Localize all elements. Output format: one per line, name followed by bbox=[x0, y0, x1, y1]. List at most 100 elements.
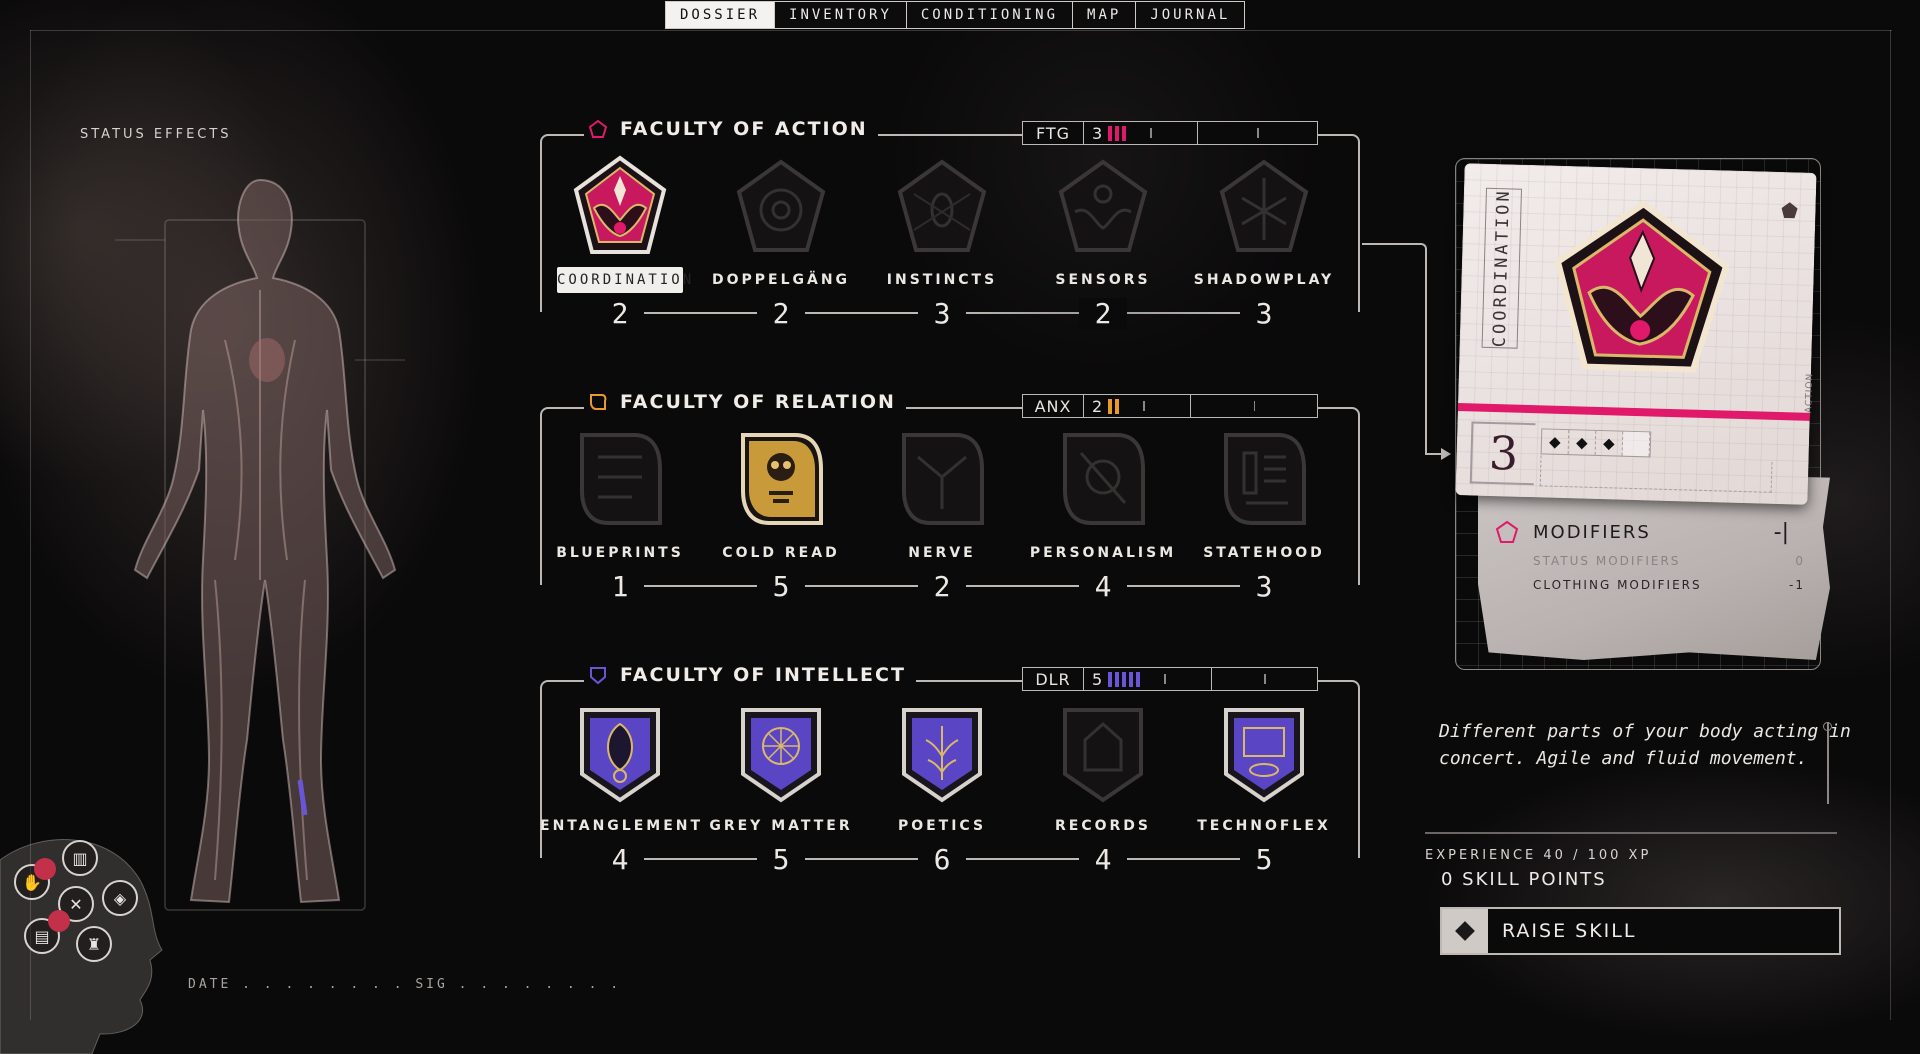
skill-value: 5 bbox=[1240, 844, 1288, 876]
row-value: -1 bbox=[1789, 578, 1805, 592]
faculty-relation-panel: FACULTY OF RELATION ANX 2 BLUEPRINTS 1 C… bbox=[540, 383, 1362, 603]
divider bbox=[1425, 832, 1837, 834]
level-pip: ◆ bbox=[1622, 431, 1651, 457]
tab-conditioning[interactable]: CONDITIONING bbox=[905, 1, 1074, 29]
radial-quick-menu: ✋ ▥ ✕ ◈ ▤ ♜ bbox=[10, 840, 160, 980]
pentagon-icon bbox=[588, 119, 608, 138]
faculty-title: FACULTY OF INTELLECT bbox=[620, 664, 906, 686]
skill-blueprints[interactable]: BLUEPRINTS 1 bbox=[540, 427, 700, 603]
skill-value: 2 bbox=[918, 571, 966, 603]
blueprints-emblem-icon bbox=[580, 433, 662, 525]
pentagon-icon bbox=[1781, 202, 1797, 218]
skill-entanglement[interactable]: ENTANGLEMENT 4 bbox=[540, 700, 700, 876]
instincts-emblem-icon bbox=[897, 159, 987, 252]
raise-skill-button[interactable]: RAISE SKILL bbox=[1440, 907, 1841, 955]
stat-value: 5 bbox=[1092, 669, 1103, 689]
skill-instincts[interactable]: INSTINCTS 3 bbox=[862, 154, 1022, 330]
skill-value: 2 bbox=[757, 298, 805, 330]
skill-label: BLUEPRINTS bbox=[556, 545, 684, 561]
records-emblem-icon bbox=[1063, 708, 1143, 803]
personalism-emblem-icon bbox=[1063, 433, 1145, 525]
modifiers-total: -| bbox=[1773, 520, 1789, 545]
faculty-intellect-panel: FACULTY OF INTELLECT DLR 5 ENTANGLEMENT … bbox=[540, 656, 1362, 876]
leaf-icon bbox=[590, 394, 607, 410]
status-effects-title: STATUS EFFECTS bbox=[80, 127, 232, 142]
clothing-modifiers-row: CLOTHING MODIFIERS -1 bbox=[1495, 578, 1815, 592]
tab-dossier[interactable]: DOSSIER bbox=[665, 1, 776, 29]
skill-value: 3 bbox=[1240, 571, 1288, 603]
skill-value: 6 bbox=[918, 844, 966, 876]
skill-sensors[interactable]: SENSORS 2 bbox=[1023, 154, 1183, 330]
coordination-emblem-icon bbox=[573, 155, 667, 254]
skill-poetics[interactable]: POETICS 6 bbox=[862, 700, 1022, 876]
trophy-icon[interactable]: ♜ bbox=[76, 926, 112, 962]
cold-read-emblem-icon bbox=[741, 433, 823, 525]
stat-bar-segment bbox=[1136, 671, 1141, 687]
skill-doppelgang[interactable]: DOPPELGÄNG 2 bbox=[701, 154, 861, 330]
skill-records[interactable]: RECORDS 4 bbox=[1023, 700, 1183, 876]
poetics-emblem-icon bbox=[902, 708, 982, 803]
stat-bar-segment bbox=[1122, 125, 1127, 141]
map-icon[interactable]: ◈ bbox=[102, 880, 138, 916]
skill-label: TECHNOFLEX bbox=[1197, 818, 1331, 834]
skill-value: 4 bbox=[596, 844, 644, 876]
stat-bar-segment bbox=[1108, 398, 1113, 414]
entanglement-emblem-icon bbox=[580, 708, 660, 803]
shield-icon bbox=[590, 667, 606, 685]
faculty-header: FACULTY OF ACTION bbox=[584, 118, 878, 140]
skill-label: GREY MATTER bbox=[709, 818, 853, 834]
skill-label: COORDINATION bbox=[557, 267, 691, 293]
sensors-emblem-icon bbox=[1058, 159, 1148, 252]
row-label: CLOTHING MODIFIERS bbox=[1533, 578, 1702, 592]
tab-journal[interactable]: JOURNAL bbox=[1135, 1, 1246, 29]
skill-coordination[interactable]: COORDINATION 2 bbox=[540, 154, 700, 330]
skill-personalism[interactable]: PERSONALISM 4 bbox=[1023, 427, 1183, 603]
skill-label: DOPPELGÄNG bbox=[711, 272, 851, 288]
skill-shadowplay[interactable]: SHADOWPLAY 3 bbox=[1184, 154, 1344, 330]
skill-label: STATEHOOD bbox=[1203, 545, 1325, 561]
shadowplay-emblem-icon bbox=[1219, 159, 1309, 252]
skill-technoflex[interactable]: TECHNOFLEX 5 bbox=[1184, 700, 1344, 876]
faculty-action-panel: FACULTY OF ACTION FTG 3 COORDINATION 2 D… bbox=[540, 110, 1362, 330]
card-level: 3 bbox=[1469, 421, 1536, 486]
stat-abbreviation: FTG bbox=[1023, 122, 1084, 144]
stat-bar-segment bbox=[1108, 125, 1113, 141]
stat-abbreviation: ANX bbox=[1023, 395, 1084, 417]
status-modifiers-row: STATUS MODIFIERS 0 bbox=[1495, 554, 1815, 568]
stat-bars bbox=[1108, 125, 1127, 141]
skill-card: COORDINATION ACTION 3 ◆◆◆◆ bbox=[1455, 163, 1817, 505]
frame-top-line bbox=[30, 30, 1892, 31]
connector-line bbox=[1362, 243, 1427, 455]
skill-label: SHADOWPLAY bbox=[1193, 272, 1335, 288]
faculty-stat-meter: DLR 5 bbox=[1022, 667, 1318, 691]
statehood-emblem-icon bbox=[1224, 433, 1306, 525]
body-figure-illustration bbox=[115, 178, 405, 911]
skill-label: PERSONALISM bbox=[1029, 545, 1177, 561]
tab-inventory[interactable]: INVENTORY bbox=[774, 1, 907, 29]
doppelgang-emblem-icon bbox=[736, 159, 826, 252]
skill-value: 5 bbox=[757, 844, 805, 876]
card-level-pips: ◆◆◆◆ bbox=[1540, 428, 1652, 458]
skill-value: 3 bbox=[918, 298, 966, 330]
skill-cold-read[interactable]: COLD READ 5 bbox=[701, 427, 861, 603]
skill-value: 3 bbox=[1240, 298, 1288, 330]
skill-label: SENSORS bbox=[1055, 272, 1151, 288]
skill-value: 1 bbox=[596, 571, 644, 603]
skill-grey-matter[interactable]: GREY MATTER 5 bbox=[701, 700, 861, 876]
card-dashed-box bbox=[1539, 455, 1773, 493]
inventory-bars-icon[interactable]: ▥ bbox=[62, 840, 98, 876]
skill-points-label: 0 SKILL POINTS bbox=[1441, 869, 1607, 890]
row-value: 0 bbox=[1795, 554, 1805, 568]
stat-abbreviation: DLR bbox=[1023, 668, 1084, 690]
skill-row: BLUEPRINTS 1 COLD READ 5 NERVE 2 PERSONA… bbox=[540, 427, 1362, 603]
tab-map[interactable]: MAP bbox=[1072, 1, 1137, 29]
skill-value: 4 bbox=[1079, 844, 1127, 876]
level-pip: ◆ bbox=[1595, 430, 1624, 456]
skill-statehood[interactable]: STATEHOOD 3 bbox=[1184, 427, 1344, 603]
row-label: STATUS MODIFIERS bbox=[1533, 554, 1681, 568]
description-scrollbar[interactable] bbox=[1824, 722, 1831, 804]
skill-value: 2 bbox=[1079, 298, 1127, 330]
arrow-right-icon bbox=[1441, 448, 1451, 460]
skill-nerve[interactable]: NERVE 2 bbox=[862, 427, 1022, 603]
skill-description: Different parts of your body acting in c… bbox=[1439, 721, 1851, 769]
